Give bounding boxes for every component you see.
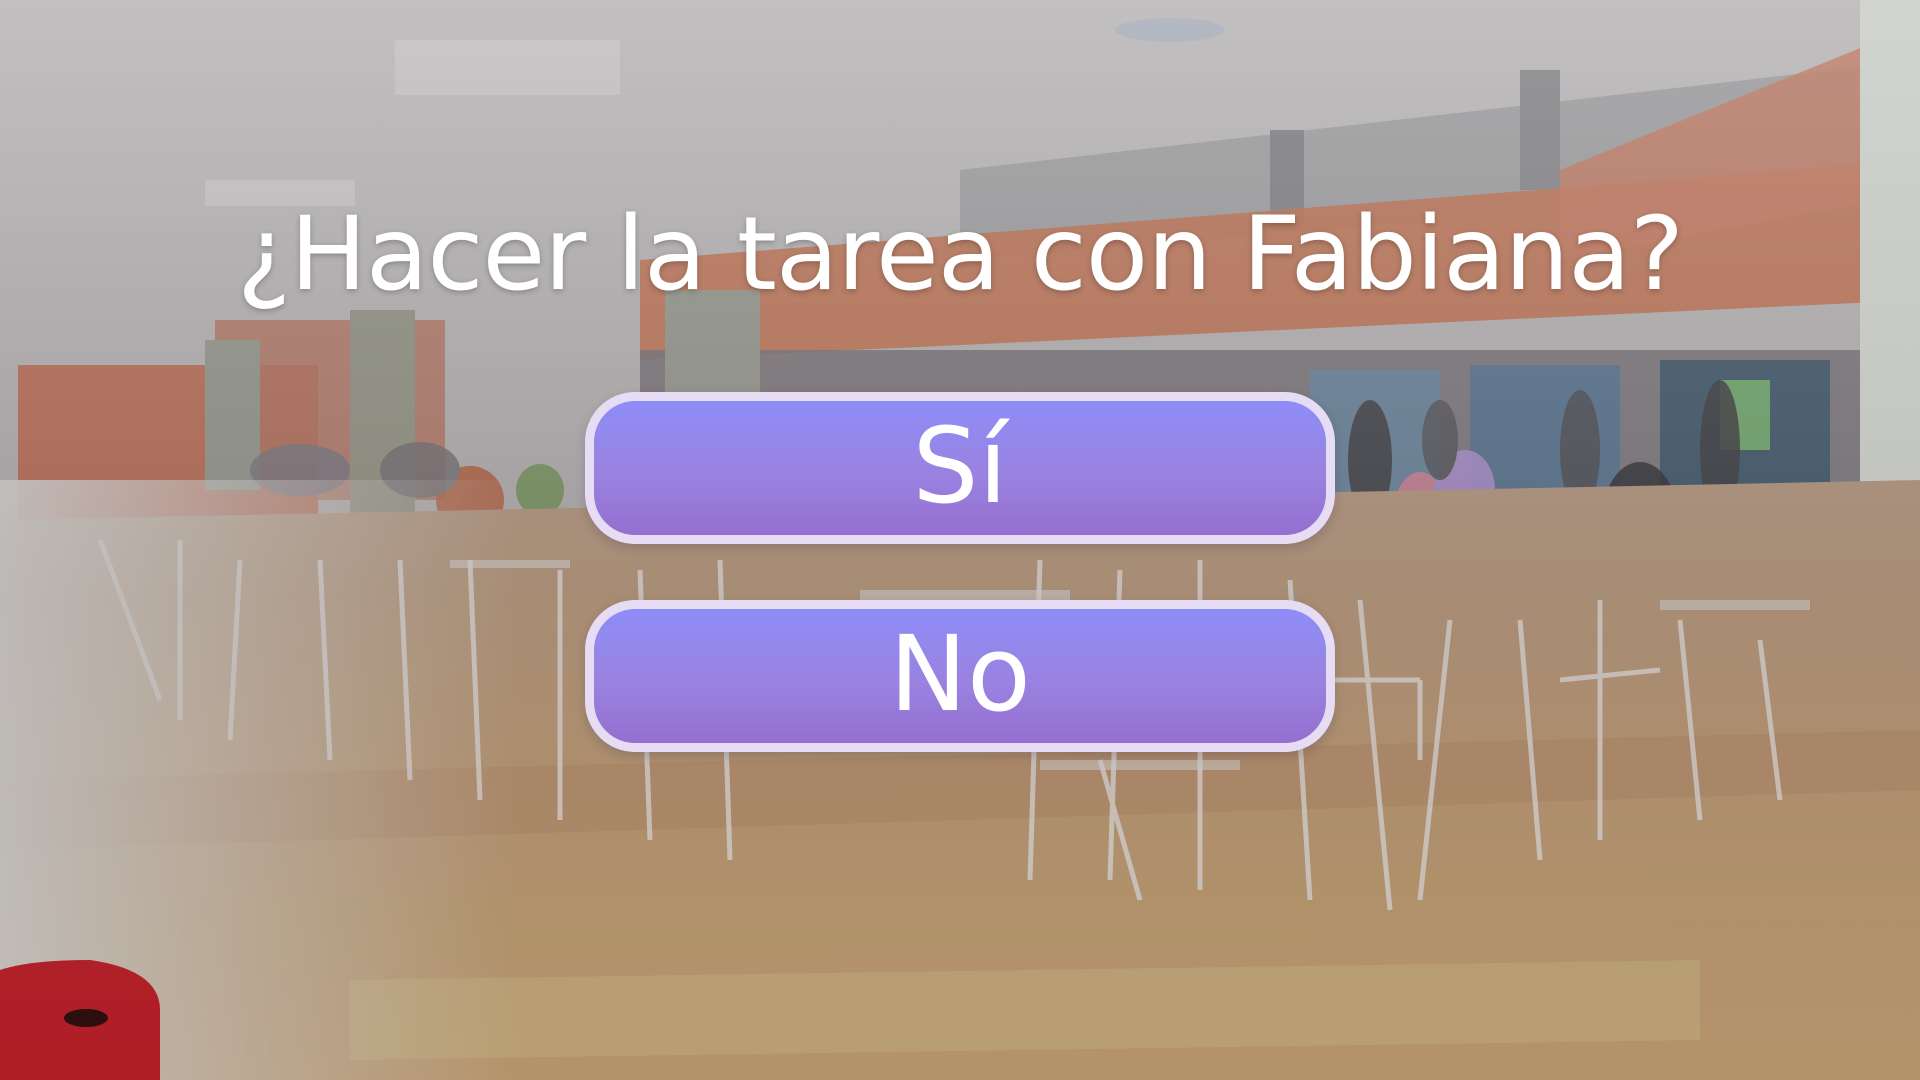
choice-button-no[interactable]: No <box>585 600 1335 752</box>
choice-menu: Sí No <box>585 392 1335 808</box>
dialogue-question: ¿Hacer la tarea con Fabiana? <box>237 195 1684 314</box>
choice-label-yes: Sí <box>912 405 1008 527</box>
choice-label-no: No <box>889 613 1031 735</box>
choice-button-yes[interactable]: Sí <box>585 392 1335 544</box>
